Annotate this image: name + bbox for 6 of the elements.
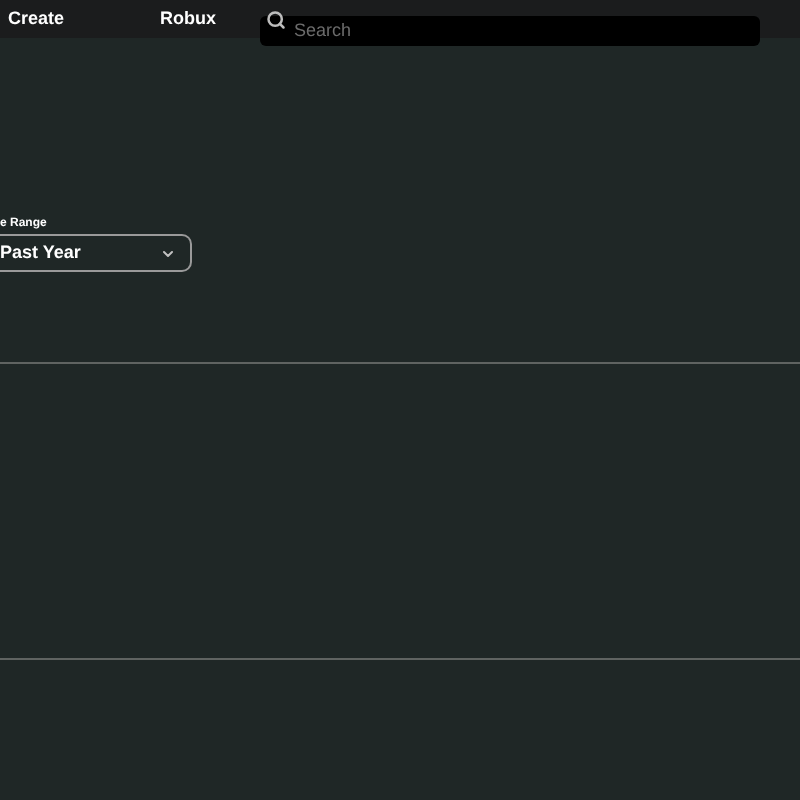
caret-icon	[160, 245, 176, 261]
search-field[interactable]: Search	[260, 15, 760, 45]
nav-link[interactable]: Robux	[160, 5, 260, 33]
date-range-dropdown[interactable]: Past Year	[0, 234, 192, 272]
search-icon	[266, 9, 286, 29]
nav-link[interactable]: Create	[8, 5, 160, 33]
